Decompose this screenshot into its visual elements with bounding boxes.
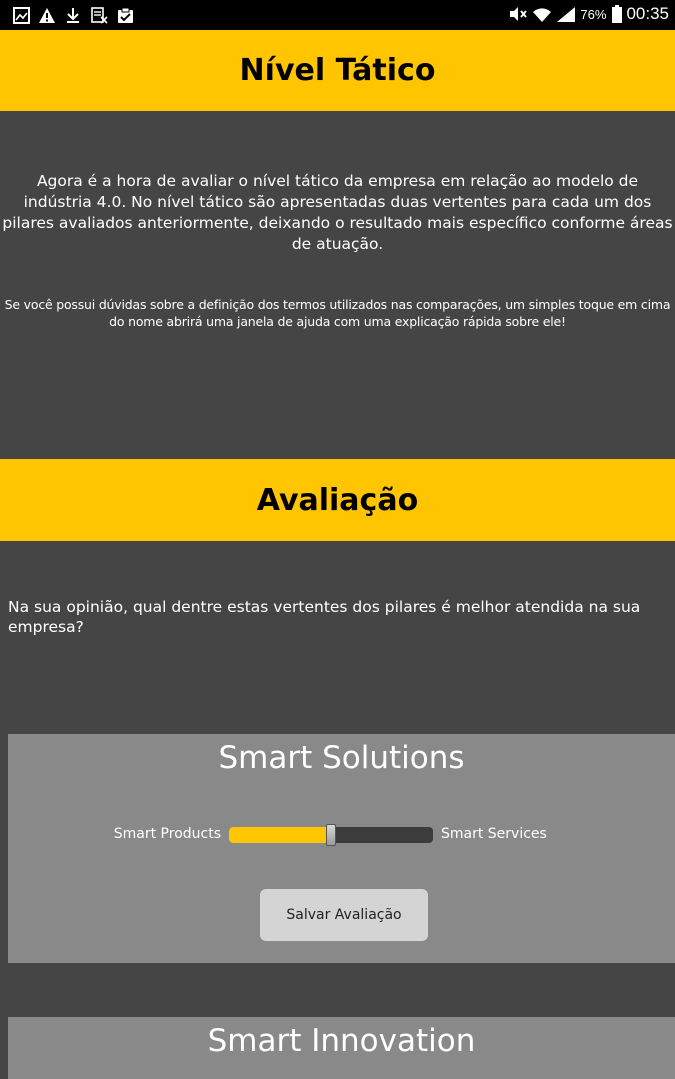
page-title: Nível Tático <box>239 53 436 88</box>
slider-thumb[interactable] <box>326 824 336 846</box>
card-title[interactable]: Smart Innovation <box>8 1023 675 1059</box>
smart-solutions-card: Smart Solutions Smart Products Smart Ser… <box>8 734 675 963</box>
comparison-slider[interactable] <box>229 824 433 846</box>
slider-right-label[interactable]: Smart Services <box>441 826 547 842</box>
battery-percent: 76% <box>580 6 607 22</box>
save-evaluation-button[interactable]: Salvar Avaliação <box>260 889 428 941</box>
page-title-bar: Nível Tático <box>0 30 675 111</box>
help-text: Se você possui dúvidas sobre a definição… <box>4 297 671 329</box>
screenshot-icon <box>90 6 108 24</box>
mute-icon <box>508 6 528 22</box>
signal-icon <box>556 6 576 23</box>
clock: 00:35 <box>626 4 669 23</box>
status-bar: 76% 00:35 <box>0 0 675 30</box>
warning-icon <box>38 6 56 24</box>
smart-innovation-card: Smart Innovation <box>8 1017 675 1079</box>
comparison-slider-row: Smart Products Smart Services <box>8 824 675 846</box>
clipboard-check-icon <box>116 6 134 24</box>
evaluation-title: Avaliação <box>256 482 419 518</box>
evaluation-question: Na sua opinião, qual dentre estas verten… <box>8 598 641 636</box>
slider-fill <box>229 827 331 843</box>
status-bar-system: 76% 00:35 <box>508 4 669 24</box>
status-bar-notifications <box>12 6 134 24</box>
slider-left-label[interactable]: Smart Products <box>114 826 221 842</box>
wifi-icon <box>532 6 552 23</box>
card-title[interactable]: Smart Solutions <box>8 740 675 776</box>
evaluation-title-bar: Avaliação <box>0 459 675 541</box>
gallery-icon <box>12 6 30 24</box>
download-icon <box>64 6 82 24</box>
intro-text: Agora é a hora de avaliar o nível tático… <box>2 172 673 253</box>
battery-icon <box>612 5 623 23</box>
